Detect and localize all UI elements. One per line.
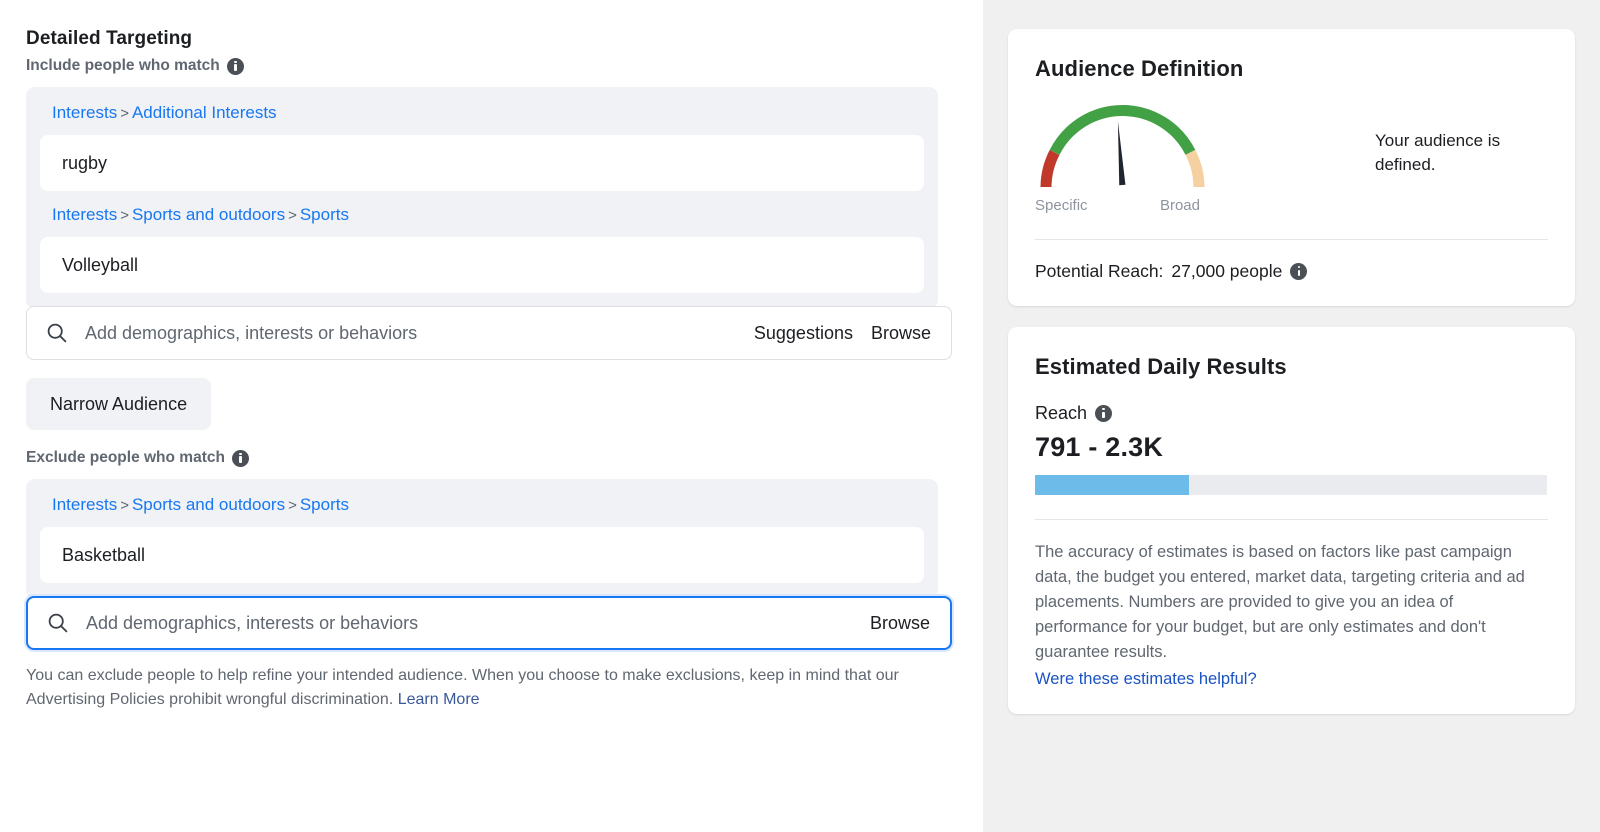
- breadcrumb-link[interactable]: Sports and outdoors: [132, 495, 285, 514]
- breadcrumb-link[interactable]: Interests: [52, 205, 117, 224]
- reach-label-text: Reach: [1035, 403, 1088, 423]
- breadcrumb-link[interactable]: Additional Interests: [132, 103, 277, 122]
- include-label-text: Include people who match: [26, 57, 220, 74]
- estimates-sidebar: Audience Definition Specific Broad Your …: [983, 0, 1600, 832]
- include-people-label: Include people who match: [26, 55, 957, 77]
- estimates-feedback-link[interactable]: Were these estimates helpful?: [1035, 667, 1257, 692]
- reach-progress-fill: [1035, 475, 1189, 495]
- detailed-targeting-screen: Detailed Targeting Include people who ma…: [0, 0, 1600, 832]
- breadcrumb: Interests > Sports and outdoors > Sports: [40, 203, 924, 228]
- potential-reach-value: 27,000 people: [1171, 261, 1283, 281]
- audience-status-message: Your audience is defined.: [1375, 131, 1501, 174]
- breadcrumb-link[interactable]: Sports: [300, 495, 349, 514]
- targeting-token[interactable]: Basketball: [40, 527, 924, 583]
- breadcrumb-link[interactable]: Sports: [300, 205, 349, 224]
- potential-reach-label: Potential Reach:: [1035, 261, 1164, 281]
- potential-reach-row: Potential Reach: 27,000 people: [1035, 240, 1548, 306]
- breadcrumb: Interests > Sports and outdoors > Sports: [40, 493, 924, 518]
- gauge-label-specific: Specific: [1035, 197, 1088, 214]
- estimated-daily-results-card: Estimated Daily Results Reach 791 - 2.3K…: [1008, 327, 1575, 714]
- breadcrumb-separator: >: [288, 497, 297, 514]
- gauge-label-broad: Broad: [1159, 197, 1200, 214]
- browse-button[interactable]: Browse: [871, 323, 931, 344]
- breadcrumb-separator: >: [120, 105, 129, 122]
- exclude-targeting-group: Interests > Sports and outdoors > Sports Bas…: [26, 479, 938, 599]
- breadcrumb: Interests > Additional Interests: [40, 101, 924, 126]
- exclude-search-bar[interactable]: Add demographics, interests or behaviors…: [26, 596, 952, 650]
- include-search-bar[interactable]: Add demographics, interests or behaviors…: [26, 306, 952, 360]
- include-targeting-group: Interests > Additional Interests rugby Int…: [26, 87, 938, 309]
- info-icon[interactable]: [1290, 263, 1308, 280]
- info-icon[interactable]: [231, 449, 249, 467]
- estimated-results-title: Estimated Daily Results: [1035, 354, 1287, 379]
- breadcrumb-link[interactable]: Sports and outdoors: [132, 205, 285, 224]
- gauge-scale-labels: Specific Broad: [1035, 197, 1200, 214]
- exclude-label-text: Exclude people who match: [26, 449, 225, 466]
- breadcrumb-separator: >: [120, 497, 129, 514]
- narrow-audience-row: Narrow Audience: [26, 378, 957, 430]
- audience-gauge-row: Specific Broad Your audience is defined.: [1035, 101, 1548, 214]
- estimates-accuracy-text: The accuracy of estimates is based on fa…: [1035, 543, 1525, 661]
- detailed-targeting-panel: Detailed Targeting Include people who ma…: [0, 0, 983, 832]
- exclusion-disclaimer: You can exclude people to help refine yo…: [26, 664, 941, 712]
- targeting-token[interactable]: Volleyball: [40, 237, 924, 293]
- results-body: The accuracy of estimates is based on fa…: [1008, 520, 1575, 714]
- breadcrumb-separator: >: [120, 207, 129, 224]
- audience-definition-card: Audience Definition Specific Broad Your …: [1008, 29, 1575, 306]
- search-input[interactable]: Add demographics, interests or behaviors: [70, 611, 870, 635]
- info-icon[interactable]: [1095, 405, 1113, 422]
- breadcrumb-link[interactable]: Interests: [52, 103, 117, 122]
- suggestions-button[interactable]: Suggestions: [754, 323, 853, 344]
- gauge-icon: [1040, 105, 1205, 188]
- targeting-token[interactable]: rugby: [40, 135, 924, 191]
- page-title: Detailed Targeting: [26, 28, 193, 49]
- results-top: Estimated Daily Results Reach 791 - 2.3K: [1008, 327, 1575, 520]
- reach-progress-bar: [1035, 475, 1547, 495]
- breadcrumb-separator: >: [288, 207, 297, 224]
- search-actions: Browse: [870, 613, 930, 634]
- search-icon: [47, 323, 67, 343]
- audience-definition-title: Audience Definition: [1035, 56, 1244, 81]
- audience-gauge: Specific Broad: [1035, 101, 1235, 214]
- reach-metric-value: 791 - 2.3K: [1035, 432, 1164, 462]
- search-icon: [48, 613, 68, 633]
- search-input[interactable]: Add demographics, interests or behaviors: [69, 321, 754, 345]
- narrow-audience-button[interactable]: Narrow Audience: [26, 378, 212, 430]
- breadcrumb-link[interactable]: Interests: [52, 495, 117, 514]
- exclude-people-label: Exclude people who match: [26, 447, 957, 469]
- search-actions: Suggestions Browse: [754, 323, 931, 344]
- reach-metric-label: Reach: [1035, 403, 1548, 424]
- info-icon[interactable]: [226, 57, 244, 75]
- browse-button[interactable]: Browse: [870, 613, 930, 634]
- learn-more-link[interactable]: Learn More: [398, 691, 480, 708]
